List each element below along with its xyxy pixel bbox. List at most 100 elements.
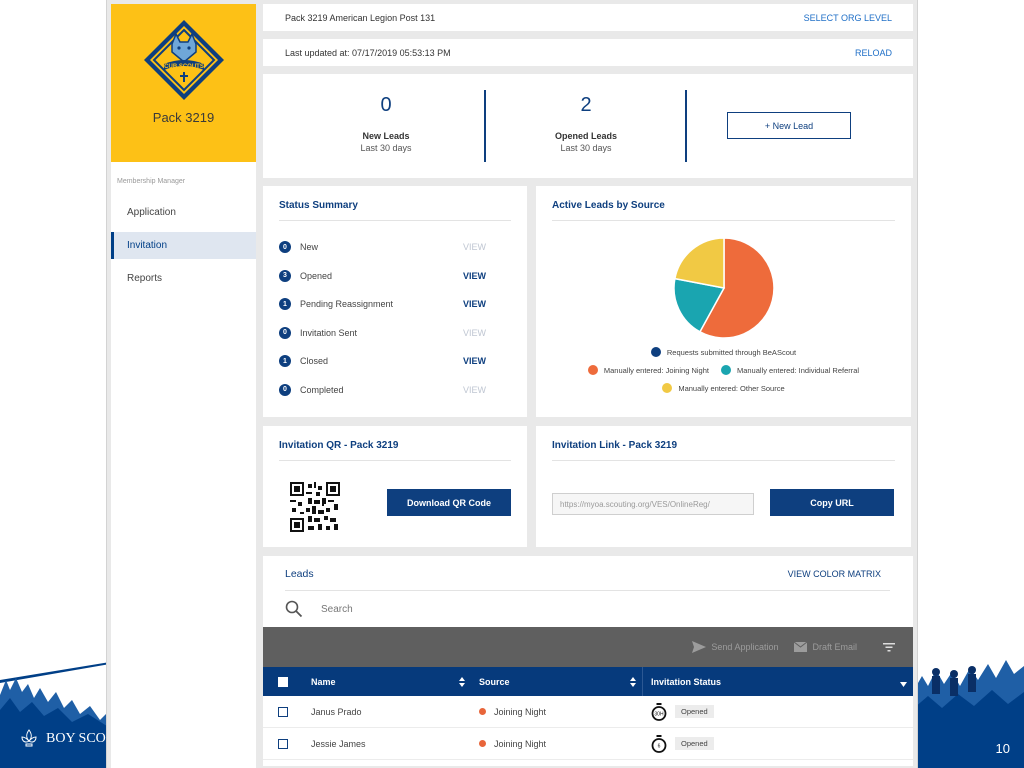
leads-table-header: Name Source Invitation Status	[263, 667, 913, 696]
legend-item: Manually entered: Joining Night	[587, 365, 709, 375]
pack-name: Pack 3219	[152, 110, 215, 125]
opened-leads-period: Last 30 days	[560, 143, 612, 153]
logo-banner-text: CUB SCOUTS	[164, 64, 204, 70]
sidebar-item-invitation[interactable]: Invitation	[111, 232, 256, 259]
stopwatch-icon: 6	[651, 734, 667, 753]
legend-item: Manually entered: Individual Referral	[720, 365, 859, 375]
row-checkbox[interactable]	[278, 738, 288, 749]
status-count-badge: 0	[279, 241, 291, 254]
stat-divider	[685, 90, 687, 162]
opened-leads-stat: 2 Opened Leads Last 30 days	[526, 94, 646, 153]
reload-link[interactable]: RELOAD	[855, 48, 892, 58]
presentation-slide: BOY SCO 10 CUB SCOUTS Pack 3219 Membersh…	[0, 0, 1024, 768]
legend-item: Requests submitted through BeAScout	[650, 347, 796, 357]
status-row: 1 Pending Reassignment VIEW	[279, 290, 511, 319]
envelope-icon	[794, 642, 808, 652]
legend-label: Manually entered: Joining Night	[603, 365, 709, 375]
stopwatch-icon: 30H	[651, 702, 667, 721]
lead-source-cell: Joining Night	[471, 696, 643, 727]
status-row: 1 Closed VIEW	[279, 347, 511, 376]
boy-scouts-footer-logo: BOY SCO	[18, 728, 106, 750]
invitation-qr-card: Invitation QR - Pack 3219 Download QR Co…	[263, 426, 527, 547]
legend-swatch	[650, 347, 661, 357]
stat-divider	[484, 90, 486, 162]
column-label: Source	[479, 676, 510, 687]
sidebar-item-label: Reports	[127, 273, 163, 284]
sidebar: CUB SCOUTS Pack 3219 Membership Manager …	[111, 4, 256, 768]
column-header-invitation-status[interactable]: Invitation Status	[643, 667, 913, 696]
new-leads-label: New Leads	[362, 131, 410, 141]
row-checkbox[interactable]	[278, 706, 288, 717]
lead-name: Janus Prado	[311, 706, 362, 717]
legend-swatch	[662, 383, 673, 393]
legend-label: Manually entered: Other Source	[678, 383, 785, 393]
pie-legend: Requests submitted through BeAScout Manu…	[536, 343, 911, 397]
download-qr-button[interactable]: Download QR Code	[387, 489, 511, 516]
status-view-link: VIEW	[463, 242, 487, 253]
lead-stats-panel: 0 New Leads Last 30 days 2 Opened Leads …	[263, 74, 913, 178]
invitation-link-card: Invitation Link - Pack 3219 https://myoa…	[536, 426, 911, 547]
fleur-de-lis-icon	[21, 729, 37, 747]
status-label: Completed	[300, 384, 344, 395]
qr-code-image	[290, 482, 340, 532]
row-checkbox-cell	[263, 696, 303, 727]
divider	[279, 460, 511, 461]
status-label: Closed	[300, 356, 329, 367]
lead-status-cell: 30H Opened	[643, 696, 913, 727]
opened-leads-label: Opened Leads	[554, 131, 617, 141]
status-count-badge: 3	[279, 269, 291, 282]
search-bar[interactable]: Search	[263, 591, 913, 627]
send-application-button[interactable]: Send Application	[692, 641, 778, 653]
status-summary-title: Status Summary	[279, 200, 358, 211]
select-all-checkbox-cell	[263, 667, 303, 696]
status-view-link[interactable]: VIEW	[463, 299, 511, 309]
column-header-name[interactable]: Name	[303, 667, 471, 696]
status-view-link[interactable]: VIEW	[463, 271, 511, 281]
sidebar-item-label: Invitation	[127, 240, 168, 251]
search-input[interactable]: Search	[321, 604, 353, 615]
lead-status-cell: 6 Opened	[643, 728, 913, 759]
new-leads-period: Last 30 days	[360, 143, 412, 153]
status-count-badge: 1	[279, 298, 291, 311]
column-header-source[interactable]: Source	[471, 667, 643, 696]
update-bar: Last updated at: 07/17/2019 05:53:13 PM …	[263, 39, 913, 66]
status-summary-card: Status Summary 0 New VIEW 3 Opened VIEW 1 Pendi…	[263, 186, 527, 417]
divider	[552, 460, 895, 461]
link-card-title: Invitation Link - Pack 3219	[552, 440, 678, 451]
last-updated-text: Last updated at: 07/17/2019 05:53:13 PM	[285, 47, 451, 58]
status-list: 0 New VIEW 3 Opened VIEW 1 Pending Reassignment…	[263, 221, 527, 404]
filter-icon[interactable]	[883, 642, 895, 652]
draft-email-button[interactable]: Draft Email	[794, 642, 857, 652]
divider	[552, 220, 895, 221]
status-view-link: VIEW	[463, 384, 487, 395]
column-label: Name	[311, 676, 336, 687]
view-color-matrix-link[interactable]: VIEW COLOR MATRIX	[788, 569, 881, 579]
status-label: New	[300, 242, 319, 253]
opened-leads-count: 2	[580, 94, 592, 116]
org-title: Pack 3219 American Legion Post 131	[285, 12, 436, 23]
leads-panel: Leads VIEW COLOR MATRIX Search Send Appl…	[263, 556, 913, 766]
sidebar-item-reports[interactable]: Reports	[111, 265, 256, 292]
select-all-checkbox[interactable]	[278, 676, 288, 687]
status-label: Opened	[300, 270, 333, 281]
select-org-level-link[interactable]: SELECT ORG LEVEL	[804, 13, 892, 23]
table-row[interactable]: Janus Prado Joining Night 30H Opened	[263, 696, 913, 728]
active-leads-card: Active Leads by Source Requests submitte…	[536, 186, 911, 417]
status-label: Pending Reassignment	[300, 299, 394, 310]
copy-url-button[interactable]: Copy URL	[770, 489, 894, 516]
status-view-link[interactable]: VIEW	[463, 356, 511, 366]
footer-logo-text: BOY SCO	[46, 731, 106, 746]
active-leads-title: Active Leads by Source	[552, 200, 665, 211]
column-label: Invitation Status	[651, 676, 722, 687]
sidebar-item-application[interactable]: Application	[111, 199, 256, 226]
leads-table-body: Janus Prado Joining Night 30H Opened Jessie …	[263, 696, 913, 760]
search-icon	[285, 600, 303, 618]
sidebar-caption: Membership Manager	[117, 178, 186, 185]
page-number: 10	[995, 741, 1010, 756]
sort-icon	[630, 676, 636, 687]
table-row[interactable]: Jessie James Joining Night 6 Opened	[263, 728, 913, 760]
new-lead-button[interactable]: + New Lead	[727, 112, 851, 139]
invitation-url-field[interactable]: https://myoa.scouting.org/VES/OnlineReg/	[552, 493, 754, 515]
chevron-down-icon	[900, 682, 907, 687]
status-label: Invitation Sent	[300, 327, 358, 338]
